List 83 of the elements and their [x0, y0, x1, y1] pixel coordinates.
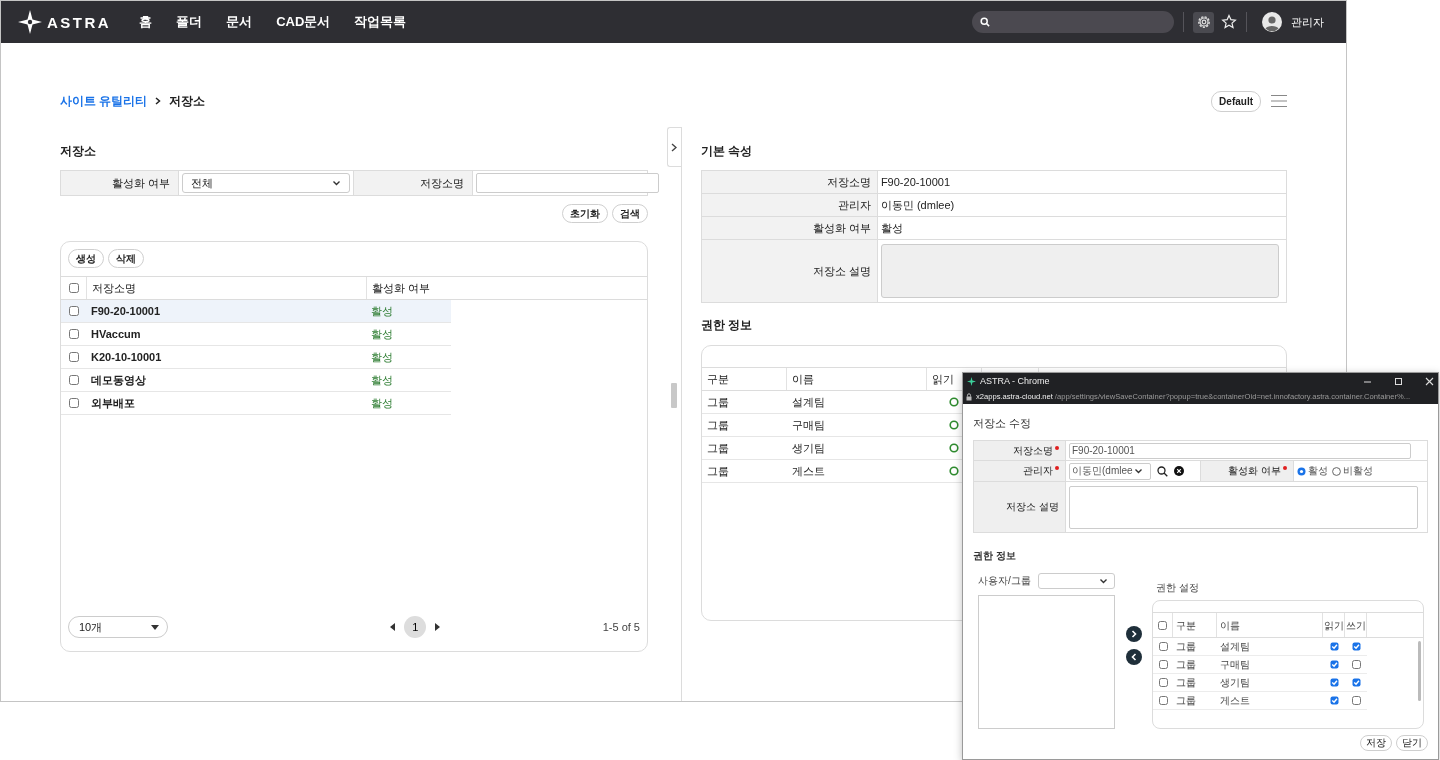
field-label: 저장소 설명	[1006, 500, 1059, 514]
column-header[interactable]: 이름	[786, 368, 927, 390]
field-label: 관리자	[701, 194, 878, 217]
toolbar-button[interactable]: 생성	[68, 249, 104, 268]
table-cell-text: 생기팀	[790, 440, 826, 456]
radio-option[interactable]: 비활성	[1332, 464, 1373, 478]
table-cell-text: 그룹	[705, 463, 730, 479]
status-text: 활성	[370, 303, 394, 319]
table-cell-text: 생기팀	[1219, 675, 1251, 690]
logo-text: ASTRA	[47, 13, 112, 31]
column-header[interactable]: 저장소명	[86, 277, 366, 299]
user-name[interactable]: 관리자	[1291, 14, 1324, 30]
action-button[interactable]: 초기화	[562, 204, 608, 223]
table-cell-text: K20-10-10001	[90, 350, 163, 365]
status-select[interactable]: 전체	[182, 173, 350, 193]
table-cell-text: F90-20-10001	[90, 304, 162, 319]
page-button[interactable]: 1	[404, 616, 427, 638]
section-title: 권한 정보	[973, 549, 1017, 563]
breadcrumb-current: 저장소	[169, 92, 206, 110]
field-value: F90-20-10001	[880, 176, 950, 188]
table-row[interactable]: 데모동영상 활성	[61, 369, 451, 392]
table-cell-text: 설계팀	[790, 394, 826, 410]
table-cell-text: 그룹	[1175, 693, 1197, 708]
field-label: 활성화 여부	[701, 217, 878, 240]
nav-link[interactable]: 폴더	[176, 13, 203, 31]
section-title: 권한 정보	[700, 317, 754, 333]
status-text: 활성	[370, 372, 394, 388]
view-button[interactable]: Default	[1211, 90, 1261, 112]
table-cell-text: 그룹	[1175, 675, 1197, 690]
toolbar-button[interactable]: 삭제	[108, 249, 144, 268]
field-label: 관리자	[1023, 464, 1053, 478]
table-cell-text: 그룹	[705, 440, 730, 456]
manager-select[interactable]: 이동민(dmlee	[1069, 462, 1151, 480]
table-cell-text: 게스트	[790, 463, 826, 479]
section-title: 기본 속성	[700, 143, 754, 159]
filter-label: 활성화 여부	[61, 171, 179, 195]
status-text: 활성	[370, 326, 394, 342]
page-range-text: 1-5 of 5	[602, 621, 640, 633]
picker-label: 사용자/그룹	[978, 574, 1031, 588]
table-row[interactable]: 외부배포 활성	[61, 392, 451, 415]
radio-option[interactable]: 활성	[1297, 464, 1328, 478]
action-button[interactable]: 검색	[612, 204, 648, 223]
field-label: 저장소명	[701, 171, 878, 194]
table-cell-text: 게스트	[1219, 693, 1251, 708]
table-cell-text: 그룹	[705, 394, 730, 410]
table-cell-text: 구매팀	[1219, 657, 1251, 672]
nav-link[interactable]: 문서	[226, 13, 253, 31]
column-header[interactable]: 구분	[1173, 613, 1217, 637]
table-cell-text: 설계팀	[1219, 639, 1251, 654]
field-label: 저장소명	[1013, 443, 1053, 458]
nav-link[interactable]: 홈	[139, 13, 153, 31]
name-input[interactable]: F90-20-10001	[1069, 442, 1411, 459]
breadcrumb-link[interactable]: 사이트 유틸리티	[60, 92, 148, 110]
column-header[interactable]: 구분	[701, 368, 787, 390]
table-cell-text: 그룹	[1175, 657, 1197, 672]
table-cell-text: 그룹	[705, 417, 730, 433]
nav-link[interactable]: CAD문서	[276, 13, 331, 31]
panel-title: 권한 설정	[1155, 581, 1200, 595]
table-row[interactable]: K20-10-10001 활성	[61, 346, 451, 369]
status-text: 활성	[370, 349, 394, 365]
table-cell-text: 그룹	[1175, 639, 1197, 654]
table-cell-text: HVaccum	[90, 327, 142, 342]
filter-label: 저장소명	[354, 171, 473, 195]
nav-link[interactable]: 작업목록	[354, 13, 407, 31]
dialog-title: 저장소 수정	[973, 416, 1033, 430]
field-label: 활성화 여부	[1228, 464, 1281, 478]
table-row[interactable]: F90-20-10001 활성	[61, 300, 451, 323]
table-cell-text: 외부배포	[90, 395, 136, 411]
dialog-button[interactable]: 닫기	[1396, 735, 1428, 751]
table-cell-text: 데모동영상	[90, 372, 147, 388]
field-value: 이동민 (dmlee)	[880, 197, 955, 213]
dialog-button[interactable]: 저장	[1360, 735, 1392, 751]
field-value: 활성	[880, 220, 903, 236]
column-header[interactable]: 쓰기	[1345, 613, 1367, 637]
window-title: ASTRA - Chrome	[980, 376, 1050, 386]
table-row[interactable]: HVaccum 활성	[61, 323, 451, 346]
column-header[interactable]: 활성화 여부	[366, 277, 451, 299]
column-header[interactable]: 읽기	[1323, 613, 1345, 637]
status-text: 활성	[370, 395, 394, 411]
column-header[interactable]: 이름	[1217, 613, 1323, 637]
section-title: 저장소	[60, 143, 97, 159]
table-cell-text: 구매팀	[790, 417, 826, 433]
field-label: 저장소 설명	[701, 240, 878, 302]
